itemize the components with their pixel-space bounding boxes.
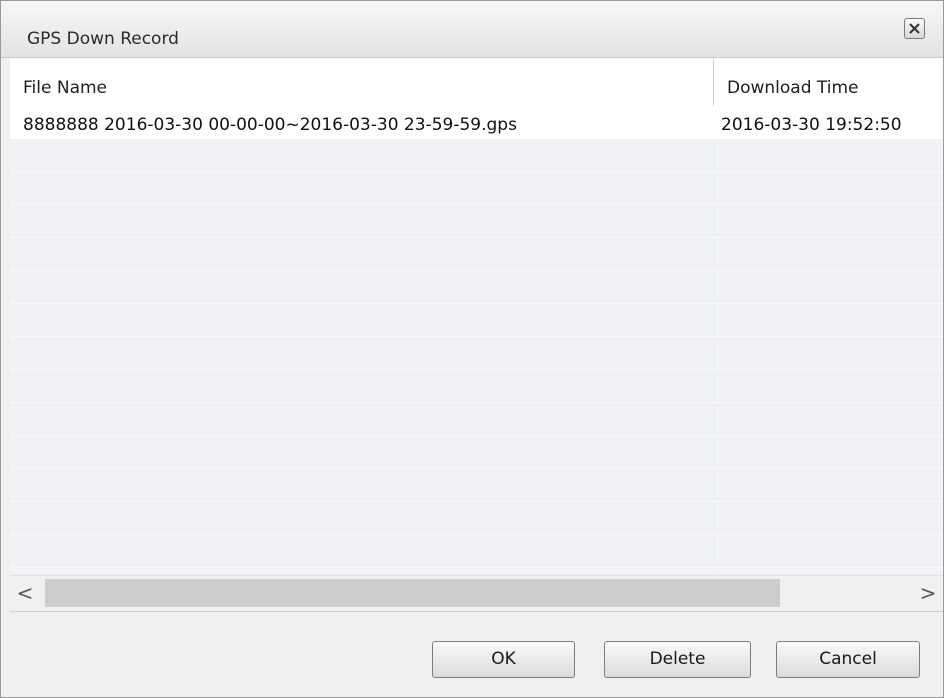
- row-column-divider: [714, 205, 715, 237]
- row-column-divider: [714, 436, 715, 468]
- gps-down-record-dialog: GPS Down Record File Name Download Time …: [0, 0, 944, 698]
- empty-row: [10, 139, 943, 172]
- empty-row: [10, 172, 943, 205]
- row-column-divider: [714, 568, 715, 574]
- horizontal-scrollbar[interactable]: < >: [10, 575, 943, 612]
- empty-row: [10, 535, 943, 568]
- empty-row: [10, 271, 943, 304]
- empty-row: [10, 238, 943, 271]
- row-column-divider: [714, 172, 715, 204]
- row-column-divider: [714, 139, 715, 171]
- empty-row: [10, 337, 943, 370]
- row-column-divider: [714, 469, 715, 501]
- file-name-cell: 8888888 2016-03-30 00-00-00~2016-03-30 2…: [23, 115, 517, 135]
- empty-row: [10, 436, 943, 469]
- title-bar: GPS Down Record: [1, 1, 943, 58]
- row-column-divider: [714, 271, 715, 303]
- row-column-divider: [714, 502, 715, 534]
- empty-row: [10, 502, 943, 535]
- scrollbar-thumb[interactable]: [45, 579, 780, 607]
- delete-button[interactable]: Delete: [604, 641, 751, 678]
- row-column-divider: [714, 403, 715, 435]
- row-column-divider: [714, 370, 715, 402]
- ok-button[interactable]: OK: [432, 641, 575, 678]
- cancel-button[interactable]: Cancel: [776, 641, 920, 678]
- empty-row: [10, 205, 943, 238]
- row-column-divider: [714, 535, 715, 567]
- window-title: GPS Down Record: [27, 29, 179, 49]
- scroll-left-arrow[interactable]: <: [10, 576, 40, 611]
- close-icon: [909, 23, 920, 34]
- empty-row: [10, 568, 943, 574]
- column-header-file-name[interactable]: File Name: [23, 78, 107, 98]
- close-button[interactable]: [904, 18, 925, 39]
- download-time-cell: 2016-03-30 19:52:50: [721, 115, 902, 135]
- column-header-download-time[interactable]: Download Time: [727, 78, 859, 98]
- empty-row: [10, 370, 943, 403]
- list-header: File Name Download Time: [10, 58, 943, 106]
- row-column-divider: [714, 304, 715, 336]
- row-column-divider: [714, 337, 715, 369]
- empty-row: [10, 469, 943, 502]
- list-rows: 8888888 2016-03-30 00-00-00~2016-03-30 2…: [10, 106, 943, 574]
- empty-row: [10, 403, 943, 436]
- record-list[interactable]: File Name Download Time 8888888 2016-03-…: [10, 58, 943, 574]
- table-row[interactable]: 8888888 2016-03-30 00-00-00~2016-03-30 2…: [10, 106, 943, 139]
- column-divider[interactable]: [713, 58, 714, 106]
- empty-row: [10, 304, 943, 337]
- scroll-right-arrow[interactable]: >: [913, 576, 943, 611]
- row-column-divider: [714, 238, 715, 270]
